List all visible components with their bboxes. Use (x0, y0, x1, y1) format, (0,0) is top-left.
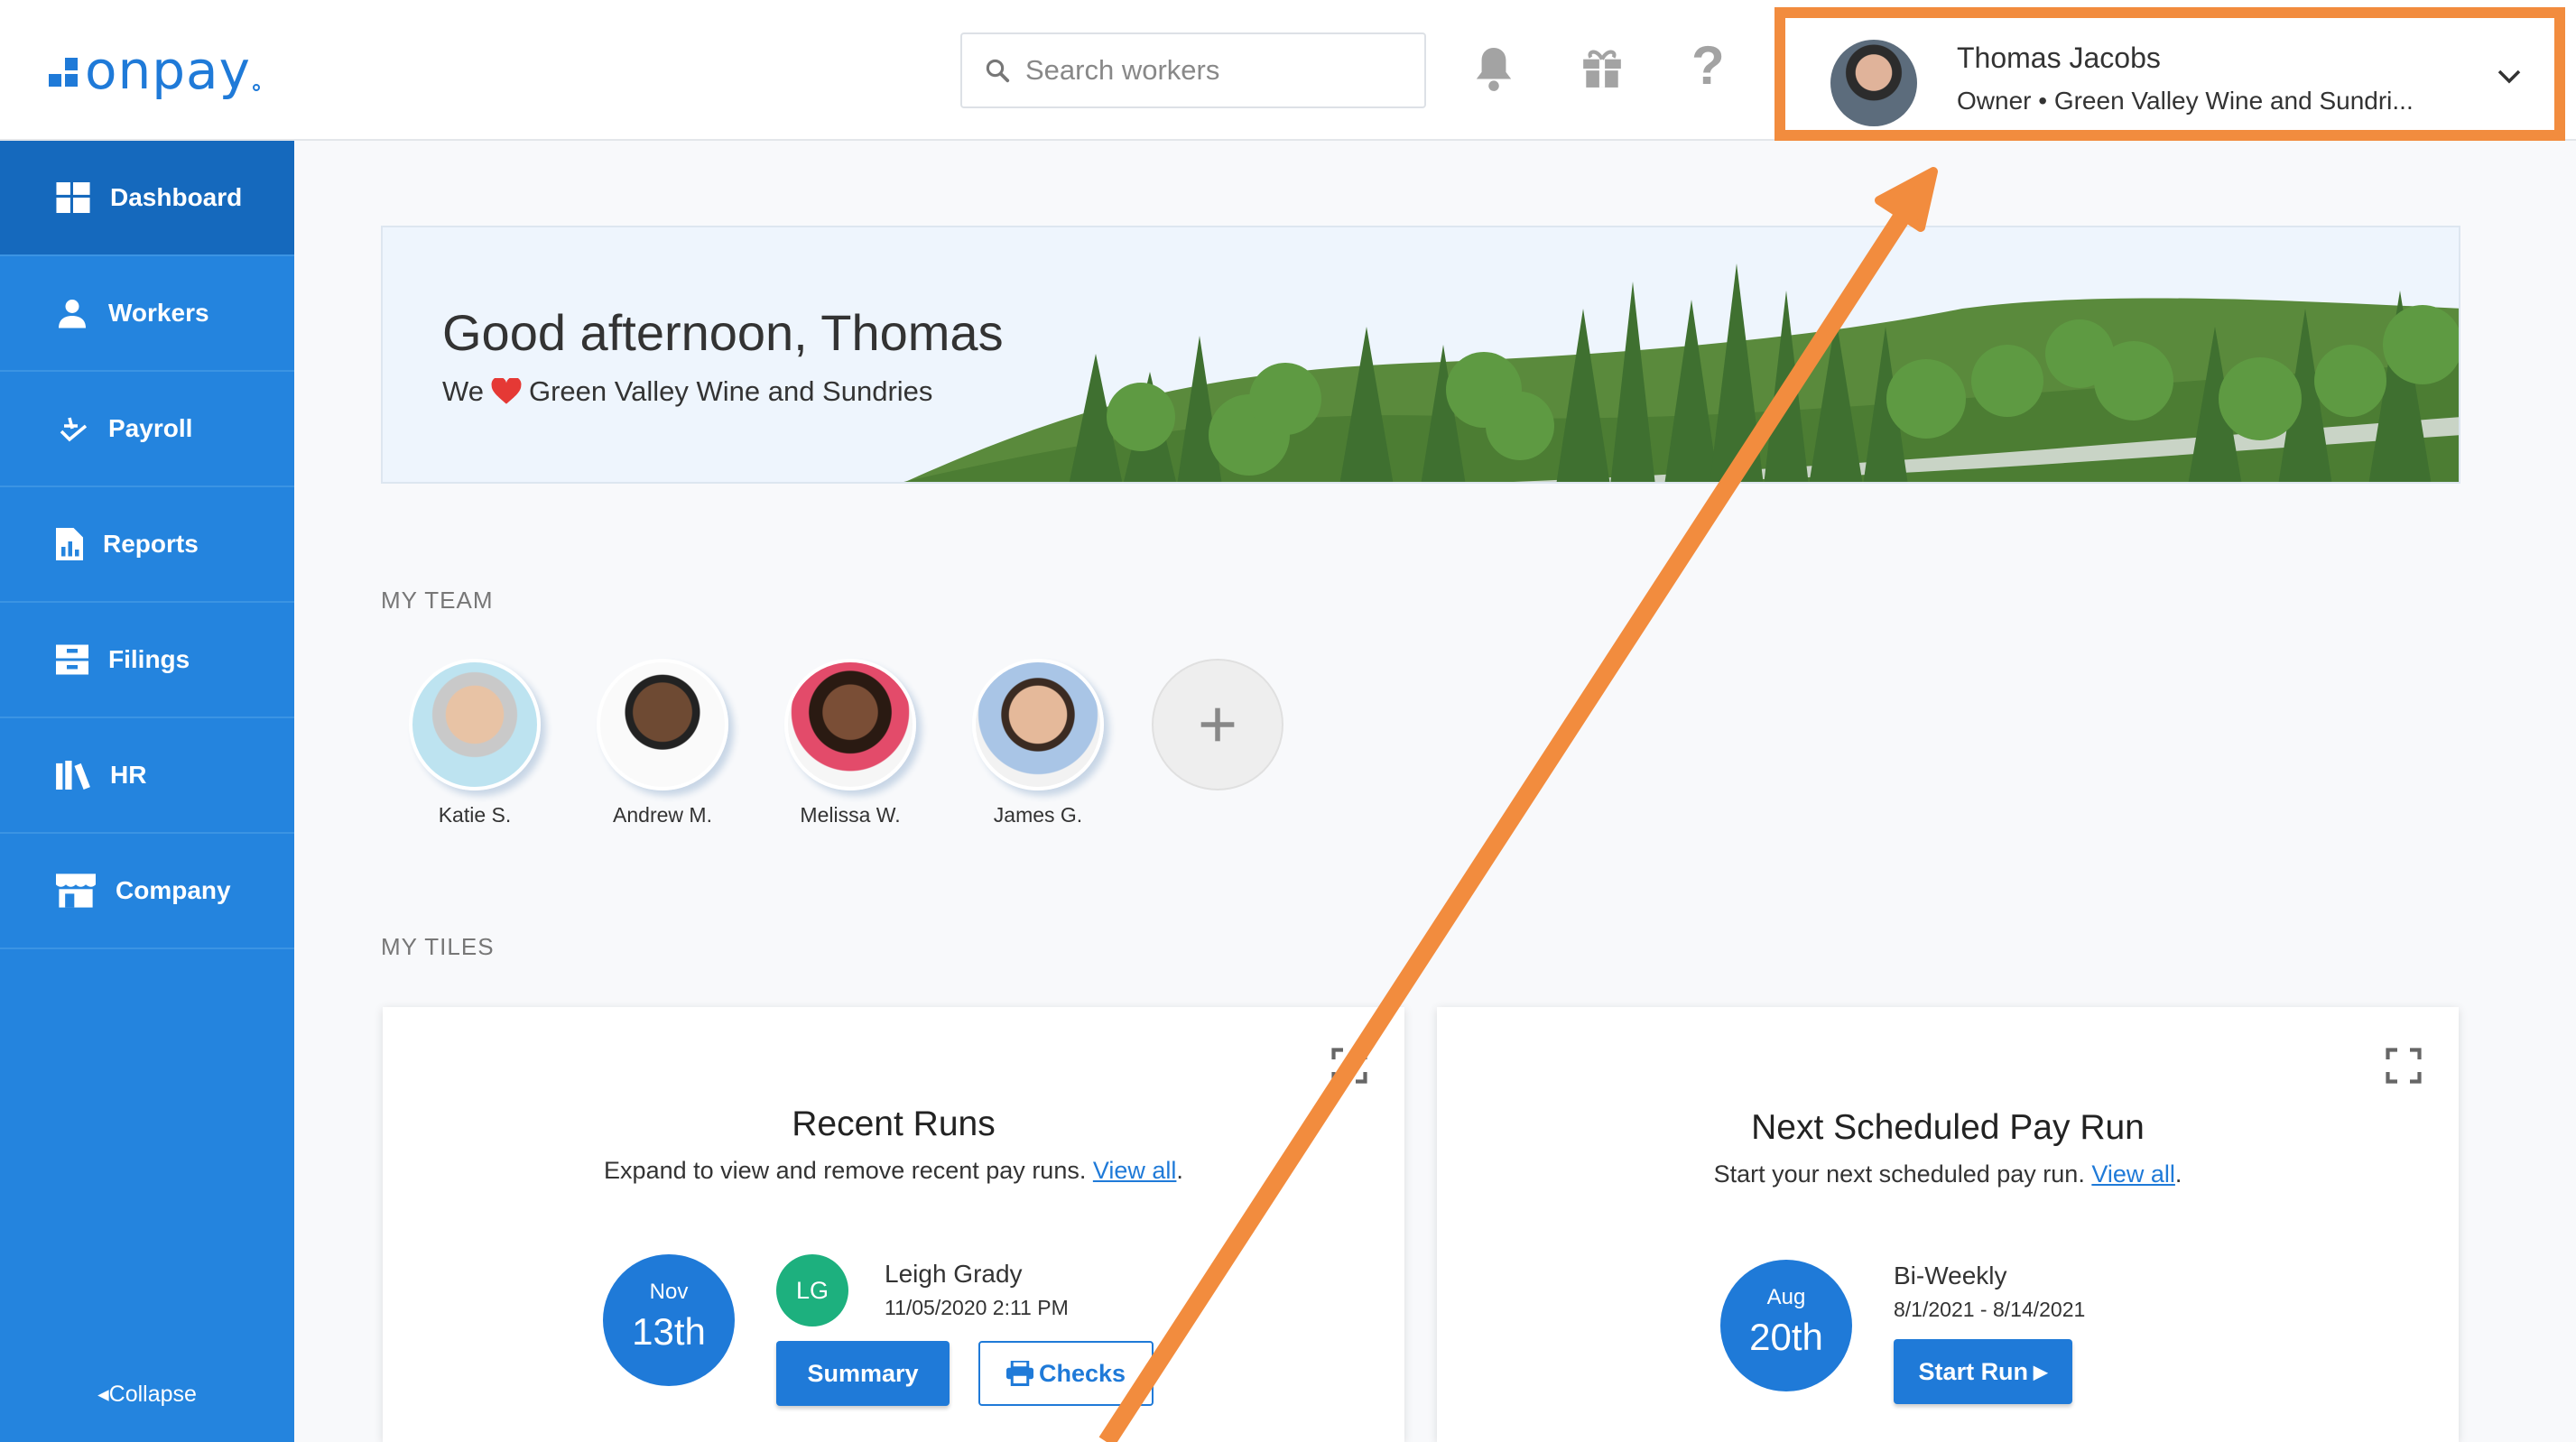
printer-icon (1005, 1361, 1033, 1386)
subtitle-prefix: We (442, 375, 484, 407)
my-team-label: MY TEAM (381, 587, 494, 614)
search-placeholder: Search workers (1025, 54, 1220, 86)
search-icon (986, 59, 1010, 83)
initials-avatar: LG (776, 1254, 848, 1326)
reports-icon (56, 528, 83, 560)
run-month: Aug (1766, 1285, 1806, 1309)
sidebar-item-reports[interactable]: Reports (0, 487, 294, 603)
plus-icon (1200, 707, 1235, 742)
tile-description: Start your next scheduled pay run. View … (1437, 1160, 2459, 1188)
dashboard-icon (56, 182, 90, 213)
heart-icon (491, 378, 522, 404)
sidebar-item-label: Filings (108, 645, 190, 673)
sidebar-item-label: HR (110, 761, 147, 789)
tile-title: Next Scheduled Pay Run (1751, 1108, 2145, 1147)
profile-menu[interactable]: Thomas Jacobs Owner • Green Valley Wine … (1774, 7, 2565, 141)
member-avatar (597, 659, 728, 790)
sidebar-item-payroll[interactable]: Payroll (0, 372, 294, 487)
run-day: 13th (632, 1310, 706, 1353)
collapse-label: Collapse (108, 1382, 197, 1407)
run-timestamp: 11/05/2020 2:11 PM (885, 1296, 1069, 1319)
start-run-button[interactable]: Start Run ▶ (1894, 1339, 2072, 1404)
add-team-member-button[interactable] (1152, 659, 1283, 790)
sidebar-item-dashboard[interactable]: Dashboard (0, 141, 294, 256)
checks-button[interactable]: Checks (978, 1341, 1154, 1406)
team-member[interactable]: Andrew M. (569, 659, 756, 827)
my-tiles-label: MY TILES (381, 933, 495, 960)
description-text: Start your next scheduled pay run. (1713, 1160, 2085, 1188)
sidebar-item-label: Reports (103, 530, 199, 558)
next-run-date-badge: Aug 20th (1720, 1260, 1852, 1391)
team-member[interactable]: James G. (944, 659, 1132, 827)
run-person: Leigh Grady (885, 1260, 1023, 1288)
member-avatar (784, 659, 916, 790)
sidebar-item-label: Company (116, 876, 231, 904)
period-text: . (2174, 1160, 2182, 1188)
run-month: Nov (649, 1280, 689, 1304)
member-name: Andrew M. (613, 803, 712, 827)
member-avatar (409, 659, 541, 790)
sidebar-item-filings[interactable]: Filings (0, 603, 294, 718)
company-icon (56, 874, 96, 908)
member-avatar (972, 659, 1104, 790)
member-name: Katie S. (438, 803, 512, 827)
view-all-link[interactable]: View all (1093, 1157, 1177, 1184)
help-icon[interactable]: ? (1691, 34, 1725, 97)
expand-icon[interactable] (2385, 1047, 2423, 1085)
logo-text: onpay (85, 40, 251, 101)
sidebar-item-hr[interactable]: HR (0, 718, 294, 834)
gift-icon[interactable] (1580, 43, 1625, 90)
team-member[interactable]: Katie S. (381, 659, 569, 827)
bell-icon[interactable] (1473, 43, 1515, 94)
profile-name: Thomas Jacobs (1957, 42, 2161, 74)
sidebar-item-label: Payroll (108, 414, 193, 442)
team-list: Katie S. Andrew M. Melissa W. James G. (381, 659, 1283, 827)
recent-runs-tile: Recent Runs Expand to view and remove re… (383, 1007, 1404, 1442)
team-member[interactable]: Melissa W. (756, 659, 944, 827)
filings-icon (56, 644, 88, 675)
run-day: 20th (1749, 1316, 1823, 1358)
expand-icon[interactable] (1330, 1047, 1368, 1085)
member-name: Melissa W. (800, 803, 901, 827)
pay-frequency: Bi-Weekly (1894, 1262, 2007, 1289)
greeting-heading: Good afternoon, Thomas (442, 304, 1004, 361)
caret-right-icon: ▶ (2034, 1362, 2048, 1382)
sidebar-item-company[interactable]: Company (0, 834, 294, 949)
caret-left-icon: ◂ (97, 1382, 109, 1407)
workers-icon (59, 300, 86, 328)
user-avatar (1830, 40, 1917, 126)
onpay-logo[interactable]: onpay (49, 40, 260, 101)
logo-registered-mark (252, 84, 260, 91)
sidebar: Dashboard Workers Payroll Reports Filing… (0, 141, 294, 1442)
member-name: James G. (993, 803, 1083, 827)
pay-period: 8/1/2021 - 8/14/2021 (1894, 1298, 2086, 1321)
start-run-label: Start Run (1918, 1357, 2029, 1385)
summary-button[interactable]: Summary (776, 1341, 950, 1406)
tile-title: Recent Runs (792, 1105, 996, 1143)
subtitle-company: Green Valley Wine and Sundries (528, 375, 933, 407)
profile-role: Owner • Green Valley Wine and Sundri... (1957, 87, 2414, 115)
sidebar-item-label: Dashboard (110, 183, 243, 211)
logo-mark-icon (49, 58, 79, 92)
top-header: onpay Search workers ? Thomas Jacobs Own… (0, 0, 2576, 141)
greeting-subtitle: We Green Valley Wine and Sundries (442, 375, 932, 408)
description-text: Expand to view and remove recent pay run… (604, 1157, 1087, 1184)
run-date-badge: Nov 13th (603, 1254, 735, 1386)
next-pay-run-tile: Next Scheduled Pay Run Start your next s… (1437, 1007, 2459, 1442)
sidebar-item-workers[interactable]: Workers (0, 256, 294, 372)
sidebar-item-label: Workers (108, 299, 209, 327)
period-text: . (1176, 1157, 1183, 1184)
view-all-link[interactable]: View all (2091, 1160, 2175, 1188)
search-input[interactable]: Search workers (960, 32, 1426, 108)
welcome-banner: Good afternoon, Thomas We Green Valley W… (381, 226, 2460, 484)
chevron-down-icon[interactable] (2497, 69, 2522, 85)
hr-icon (56, 761, 90, 790)
payroll-icon (60, 417, 88, 442)
checks-label: Checks (1038, 1359, 1126, 1387)
tile-description: Expand to view and remove recent pay run… (383, 1157, 1404, 1185)
collapse-button[interactable]: ◂Collapse (0, 1381, 294, 1408)
